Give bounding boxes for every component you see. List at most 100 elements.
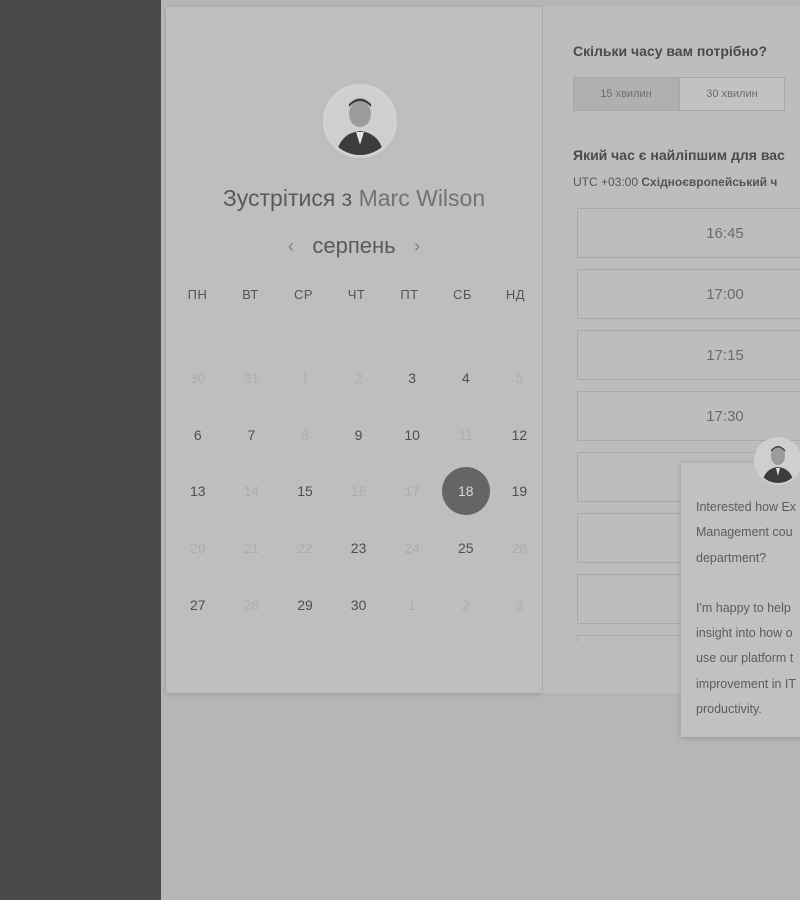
calendar-day-number: 30 <box>350 596 367 613</box>
calendar-day-number: 27 <box>190 596 206 613</box>
calendar-day[interactable]: 12 <box>493 407 547 464</box>
calendar-day: 28 <box>225 576 279 633</box>
calendar-day-number: 2 <box>354 370 363 387</box>
chat-line: I'm happy to help <box>696 600 791 615</box>
duration-tab-15[interactable]: 15 хвилин <box>573 77 679 111</box>
calendar-day-number: 3 <box>408 370 417 387</box>
calendar-day-number: 30 <box>190 370 206 387</box>
chat-avatar <box>754 437 800 485</box>
calendar-day-number: 6 <box>193 426 202 443</box>
calendar-day[interactable]: 13 <box>171 463 225 520</box>
calendar-day-number: 20 <box>190 540 206 557</box>
calendar-week-row: 6 7 8 9 10 11 12 <box>171 407 546 464</box>
calendar-week-row: 20 21 22 23 24 25 26 <box>171 520 546 577</box>
calendar-day-number: 7 <box>247 426 256 443</box>
calendar-day: 17 <box>385 463 439 520</box>
calendar-grid: ПН ВТ СР ЧТ ПТ СБ НД 30 31 1 2 3 4 5 6 7 8 9 10 11 12… <box>166 287 542 613</box>
prev-month-icon[interactable]: ‹ <box>280 236 302 257</box>
chat-popup: Interested how Ex Management cou departm… <box>681 437 800 737</box>
calendar-day[interactable]: 27 <box>171 576 225 633</box>
chat-line: insight into how o <box>696 626 793 641</box>
weekday-label: НД <box>505 287 526 302</box>
calendar-day-number: 28 <box>243 596 260 613</box>
calendar-day[interactable]: 9 <box>332 407 386 464</box>
calendar-day-number: 26 <box>511 540 528 557</box>
calendar-card: Зустрітися з Marc Wilson ‹ серпень › ПН … <box>166 7 542 693</box>
calendar-day[interactable]: 30 <box>332 576 386 633</box>
chat-paragraph-1: Interested how Ex Management cou departm… <box>696 495 800 571</box>
weekday-label: СР <box>293 287 314 302</box>
weekday-label: ПН <box>187 287 208 302</box>
chat-message: Interested how Ex Management cou departm… <box>696 495 800 722</box>
calendar-day-number: 8 <box>301 426 309 443</box>
calendar-week-row: 13 14 15 16 17 18 19 <box>171 463 546 520</box>
time-slot-button[interactable]: 17:30 <box>577 391 800 441</box>
calendar-day: 8 <box>278 407 332 464</box>
calendar-day-number: 23 <box>350 540 367 557</box>
calendar-day: 22 <box>278 520 332 577</box>
calendar-day-number: 12 <box>511 426 528 443</box>
left-sidebar-strip <box>0 0 161 900</box>
weekday-label: СБ <box>453 287 472 302</box>
calendar-day-number: 25 <box>457 540 474 557</box>
calendar-day: 1 <box>385 576 439 633</box>
time-slot-button[interactable]: 17:15 <box>577 330 800 380</box>
calendar-day-number: 22 <box>297 540 313 557</box>
calendar-day: 3 <box>493 576 547 633</box>
calendar-day-number: 2 <box>461 596 470 613</box>
calendar-day: 30 <box>171 350 225 407</box>
meeting-title: Зустрітися з Marc Wilson <box>166 185 542 212</box>
chat-line: use our platform t <box>696 651 794 666</box>
next-month-icon[interactable]: › <box>406 236 428 257</box>
chat-line: productivity. <box>696 702 762 717</box>
calendar-day: 2 <box>439 576 493 633</box>
booking-stage: Зустрітися з Marc Wilson ‹ серпень › ПН … <box>161 0 800 900</box>
calendar-day: 24 <box>385 520 439 577</box>
calendar-day-number: 17 <box>404 483 420 500</box>
chat-line: Interested how Ex <box>696 500 797 514</box>
chat-line: Management cou <box>696 525 793 540</box>
weekday-header-row: ПН ВТ СР ЧТ ПТ СБ НД <box>171 287 542 302</box>
calendar-day-number: 19 <box>511 483 528 500</box>
calendar-day[interactable]: 10 <box>385 407 439 464</box>
calendar-day[interactable]: 25 <box>439 520 493 577</box>
calendar-day[interactable]: 15 <box>278 463 332 520</box>
calendar-day-number: 24 <box>404 540 420 557</box>
calendar-day-number: 10 <box>404 426 420 443</box>
calendar-day[interactable]: 4 <box>439 350 493 407</box>
chat-paragraph-2: I'm happy to help insight into how o use… <box>696 596 800 722</box>
current-month-label: серпень <box>312 233 396 258</box>
duration-tabs: 15 хвилин 30 хвилин <box>573 77 785 111</box>
meeting-title-prefix: Зустрітися з <box>222 185 353 211</box>
calendar-day[interactable]: 29 <box>278 576 332 633</box>
calendar-day-number: 13 <box>190 483 206 500</box>
calendar-day-number: 14 <box>243 483 260 500</box>
timezone-offset: UTC +03:00 <box>573 175 639 189</box>
calendar-day-number: 18 <box>441 467 490 516</box>
weekday-label: ЧТ <box>347 287 366 302</box>
duration-tab-30[interactable]: 30 хвилин <box>679 77 785 111</box>
calendar-day: 2 <box>332 350 386 407</box>
calendar-day[interactable]: 6 <box>171 407 225 464</box>
calendar-day[interactable]: 19 <box>493 463 547 520</box>
calendar-day-number: 29 <box>297 596 313 613</box>
calendar-day-number: 1 <box>408 596 417 613</box>
calendar-day: 11 <box>439 407 493 464</box>
calendar-day: 31 <box>225 350 279 407</box>
calendar-weeks: 30 31 1 2 3 4 5 6 7 8 9 10 11 12 13 14 15 16 17 18 19 20 21 22 2… <box>171 350 546 633</box>
time-slot-button[interactable]: 17:00 <box>577 269 800 319</box>
calendar-day: 14 <box>225 463 279 520</box>
calendar-day: 5 <box>493 350 547 407</box>
calendar-day-number: 5 <box>515 370 524 387</box>
chat-line: improvement in IT <box>696 676 797 691</box>
calendar-day-number: 4 <box>461 370 470 387</box>
calendar-day-selected[interactable]: 18 <box>439 463 493 520</box>
calendar-day[interactable]: 3 <box>385 350 439 407</box>
timezone-name: Східноєвропейський ч <box>641 175 778 189</box>
calendar-day-number: 31 <box>243 370 260 387</box>
calendar-day[interactable]: 23 <box>332 520 386 577</box>
weekday-label: ПТ <box>400 287 419 302</box>
calendar-day[interactable]: 7 <box>225 407 279 464</box>
calendar-day: 1 <box>278 350 332 407</box>
time-slot-button[interactable]: 16:45 <box>577 208 800 258</box>
